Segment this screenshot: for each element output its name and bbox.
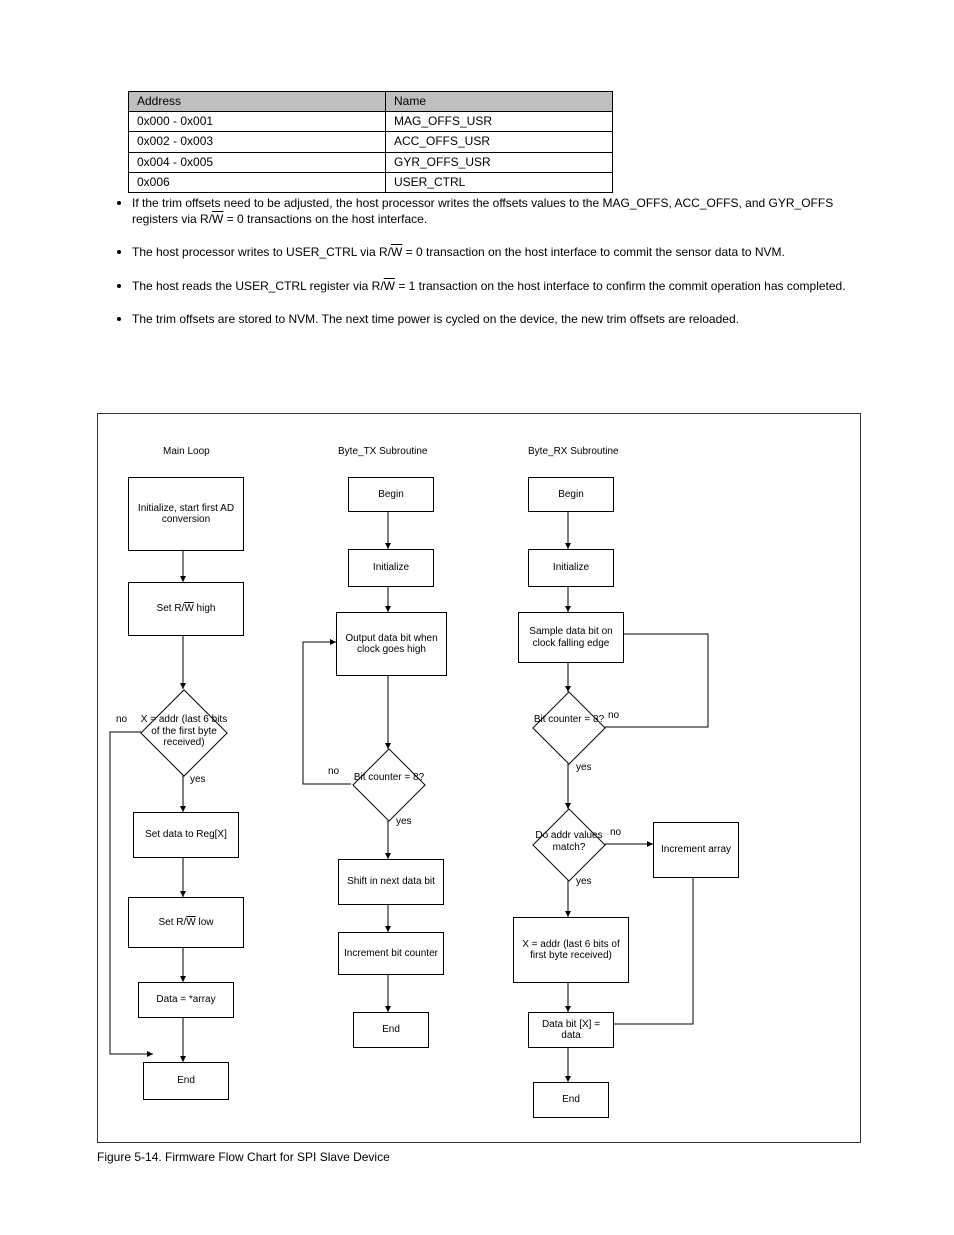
th-address: Address	[129, 92, 386, 112]
th-name: Name	[386, 92, 613, 112]
cell: 0x002 - 0x003	[129, 132, 386, 152]
fc2-d1	[352, 748, 426, 822]
cell: 0x006	[129, 172, 386, 192]
fc2-b2: Initialize	[348, 549, 434, 587]
fc3-b4: X = addr (last 6 bits of first byte rece…	[513, 917, 629, 983]
fc3-b2: Initialize	[528, 549, 614, 587]
fc2-title: Byte_TX Subroutine	[338, 446, 428, 457]
bullet-2: The host processor writes to USER_CTRL v…	[132, 241, 872, 260]
fc3-d2-yes: yes	[576, 876, 592, 887]
fc1-b4: Set R/W low	[128, 897, 244, 948]
fc3-d1-yes: yes	[576, 762, 592, 773]
fc3-b5: Data bit [X] = data	[528, 1012, 614, 1048]
fc1-b6: End	[143, 1062, 229, 1100]
fc1-yes: yes	[190, 774, 206, 785]
bullet-list: If the trim offsets need to be adjusted,…	[110, 192, 872, 341]
fc2-yes: yes	[396, 816, 412, 827]
cell: 0x000 - 0x001	[129, 112, 386, 132]
bullet-4: The trim offsets are stored to NVM. The …	[132, 308, 872, 327]
bullet-3: The host reads the USER_CTRL register vi…	[132, 275, 872, 294]
fc1-title: Main Loop	[163, 446, 210, 457]
fc1-b5: Data = *array	[138, 982, 234, 1018]
fc3-d1-no: no	[608, 710, 619, 721]
fc3-d2-no: no	[610, 827, 621, 838]
fc2-b6: End	[353, 1012, 429, 1048]
cell: ACC_OFFS_USR	[386, 132, 613, 152]
cell: GYR_OFFS_USR	[386, 152, 613, 172]
fc1-b2: Set R/W high	[128, 582, 244, 636]
fc2-no: no	[328, 766, 339, 777]
fc3-d1-text: Bit counter = 8?	[528, 714, 610, 726]
fc3-d1	[532, 691, 606, 765]
fc3-title: Byte_RX Subroutine	[528, 446, 619, 457]
fc1-d1-text: X = addr (last 6 bits of the first byte …	[140, 714, 228, 749]
fc1-b3: Set data to Reg[X]	[133, 812, 239, 858]
figure-frame: Main Loop Byte_TX Subroutine Byte_RX Sub…	[97, 413, 861, 1143]
fc2-d1-text: Bit counter = 8?	[348, 772, 430, 784]
register-table: Address Name 0x000 - 0x001MAG_OFFS_USR 0…	[128, 91, 613, 193]
page: Address Name 0x000 - 0x001MAG_OFFS_USR 0…	[0, 0, 954, 1235]
fc2-b5: Increment bit counter	[338, 932, 444, 975]
fc2-b1: Begin	[348, 477, 434, 512]
cell: MAG_OFFS_USR	[386, 112, 613, 132]
fc3-side: Increment array	[653, 822, 739, 878]
fc3-b1: Begin	[528, 477, 614, 512]
fc3-d2-text: Do addr values match?	[526, 830, 612, 853]
cell: 0x004 - 0x005	[129, 152, 386, 172]
cell: USER_CTRL	[386, 172, 613, 192]
fc1-b1: Initialize, start first AD conversion	[128, 477, 244, 551]
fc1-no: no	[116, 714, 127, 725]
fc2-b4: Shift in next data bit	[338, 859, 444, 905]
fc3-b3: Sample data bit on clock falling edge	[518, 612, 624, 663]
fc3-b6: End	[533, 1082, 609, 1118]
bullet-1: If the trim offsets need to be adjusted,…	[132, 192, 872, 227]
figure-caption: Figure 5-14. Firmware Flow Chart for SPI…	[97, 1150, 390, 1164]
fc2-b3: Output data bit when clock goes high	[336, 612, 447, 676]
